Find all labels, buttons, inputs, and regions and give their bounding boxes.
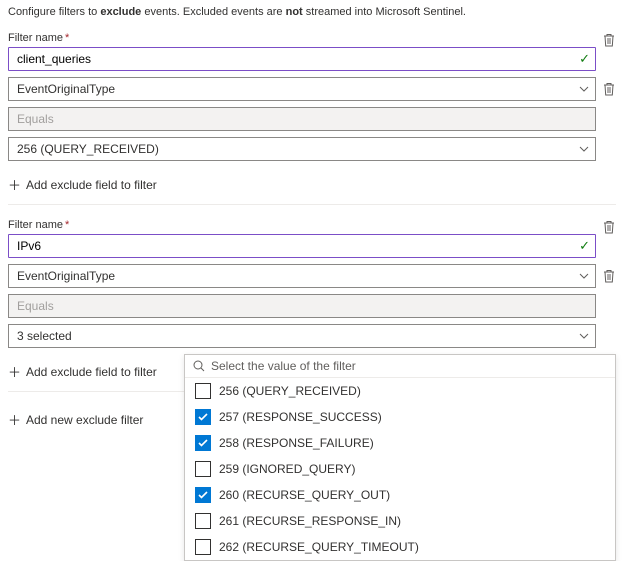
divider — [8, 204, 616, 205]
intro-text: Configure filters to exclude events. Exc… — [8, 6, 616, 18]
dropdown-search-input[interactable]: Select the value of the filter — [185, 355, 615, 378]
dropdown-option[interactable]: 257 (RESPONSE_SUCCESS) — [185, 404, 615, 430]
checkbox[interactable] — [195, 383, 211, 399]
trash-icon — [603, 269, 615, 283]
dropdown-option[interactable]: 262 (RECURSE_QUERY_TIMEOUT) — [185, 534, 615, 560]
trash-icon — [603, 220, 615, 234]
dropdown-option[interactable]: 258 (RESPONSE_FAILURE) — [185, 430, 615, 456]
delete-filter-button[interactable] — [602, 33, 616, 47]
checkbox[interactable] — [195, 539, 211, 555]
plus-icon: ＋ — [8, 362, 20, 381]
dropdown-option-label: 261 (RECURSE_RESPONSE_IN) — [219, 514, 401, 528]
plus-icon: ＋ — [8, 410, 20, 429]
trash-icon — [603, 33, 615, 47]
filter-name-input[interactable] — [8, 47, 596, 71]
filter-name-label: Filter name* — [8, 32, 69, 44]
dropdown-option-label: 260 (RECURSE_QUERY_OUT) — [219, 488, 390, 502]
chevron-down-icon — [579, 146, 589, 152]
filter-name-input[interactable] — [8, 234, 596, 258]
dropdown-option[interactable]: 260 (RECURSE_QUERY_OUT) — [185, 482, 615, 508]
dropdown-option[interactable]: 261 (RECURSE_RESPONSE_IN) — [185, 508, 615, 534]
delete-field-button[interactable] — [602, 269, 616, 283]
checkbox[interactable] — [195, 513, 211, 529]
dropdown-option[interactable]: 259 (IGNORED_QUERY) — [185, 456, 615, 482]
dropdown-option-label: 258 (RESPONSE_FAILURE) — [219, 436, 374, 450]
filter-block: Filter name* ✓ EventOriginalType Equals … — [8, 32, 616, 204]
chevron-down-icon — [579, 86, 589, 92]
checkbox[interactable] — [195, 461, 211, 477]
operator-select: Equals — [8, 294, 596, 318]
chevron-down-icon — [579, 333, 589, 339]
dropdown-option-label: 262 (RECURSE_QUERY_TIMEOUT) — [219, 540, 419, 554]
field-select[interactable]: EventOriginalType — [8, 77, 596, 101]
search-icon — [193, 360, 205, 372]
add-field-button[interactable]: ＋ Add exclude field to filter — [8, 167, 616, 204]
dropdown-option-label: 259 (IGNORED_QUERY) — [219, 462, 355, 476]
filter-block: Filter name* ✓ EventOriginalType Equals … — [8, 219, 616, 439]
dropdown-option-label: 256 (QUERY_RECEIVED) — [219, 384, 361, 398]
dropdown-option-label: 257 (RESPONSE_SUCCESS) — [219, 410, 382, 424]
filter-name-label: Filter name* — [8, 219, 69, 231]
checkbox[interactable] — [195, 409, 211, 425]
value-dropdown-panel: Select the value of the filter 256 (QUER… — [184, 354, 616, 561]
delete-field-button[interactable] — [602, 82, 616, 96]
checkbox[interactable] — [195, 435, 211, 451]
plus-icon: ＋ — [8, 175, 20, 194]
field-select[interactable]: EventOriginalType — [8, 264, 596, 288]
checkbox[interactable] — [195, 487, 211, 503]
chevron-down-icon — [579, 273, 589, 279]
trash-icon — [603, 82, 615, 96]
value-select[interactable]: 3 selected — [8, 324, 596, 348]
delete-filter-button[interactable] — [602, 220, 616, 234]
dropdown-option[interactable]: 256 (QUERY_RECEIVED) — [185, 378, 615, 404]
value-select[interactable]: 256 (QUERY_RECEIVED) — [8, 137, 596, 161]
operator-select: Equals — [8, 107, 596, 131]
